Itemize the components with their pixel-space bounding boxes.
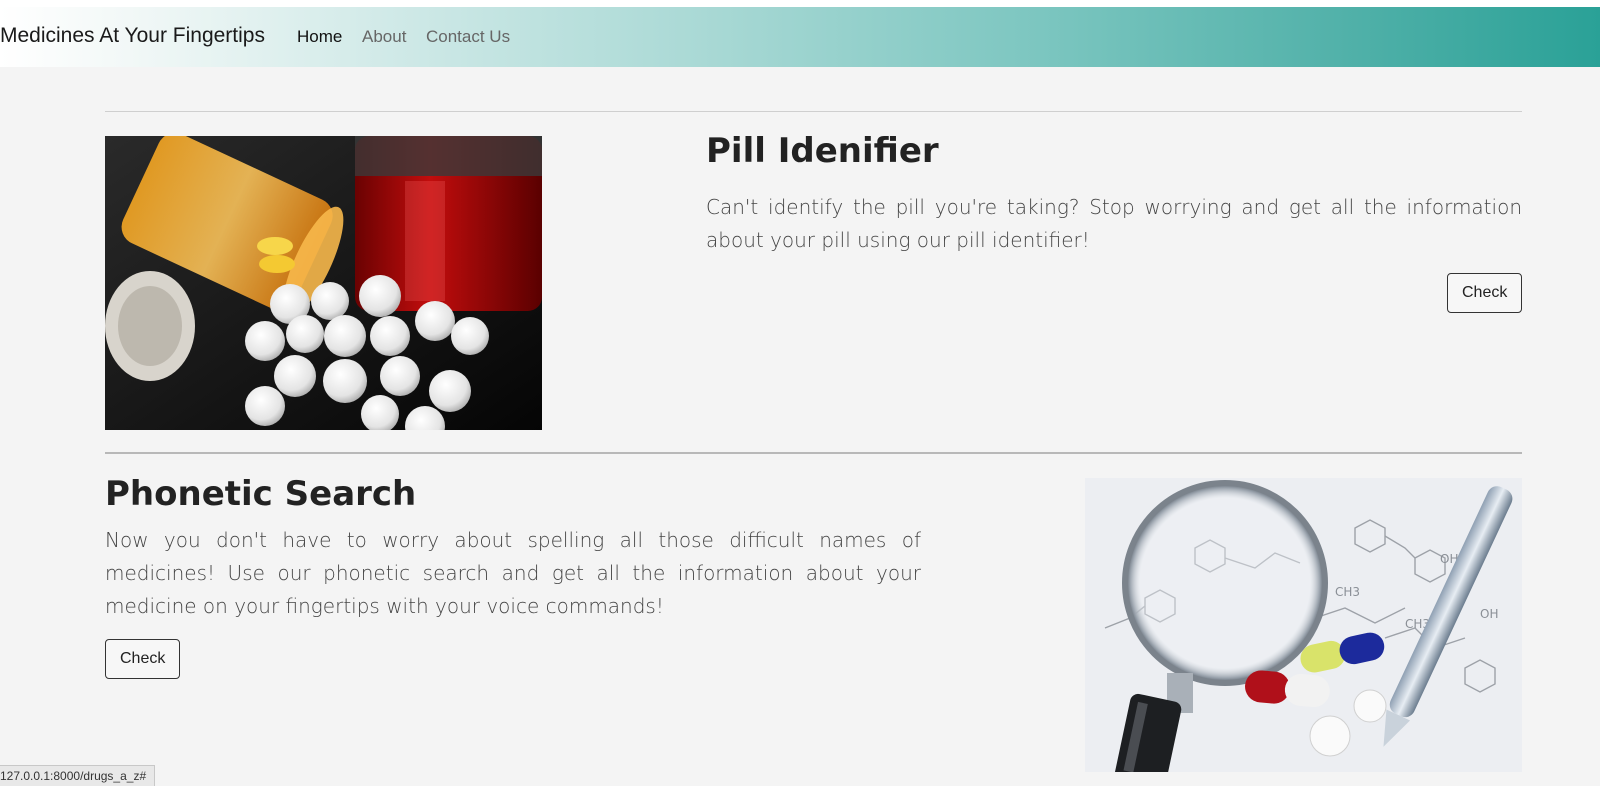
section-divider-top bbox=[105, 111, 1522, 112]
svg-text:CH3: CH3 bbox=[1335, 585, 1360, 599]
svg-text:OH: OH bbox=[1480, 607, 1498, 621]
browser-status-url: 127.0.0.1:8000/drugs_a_z# bbox=[0, 765, 156, 786]
pill-identifier-check-button[interactable]: Check bbox=[1447, 273, 1523, 313]
pills-image bbox=[105, 136, 542, 430]
phonetic-search-title: Phonetic Search bbox=[105, 474, 417, 514]
brand-title[interactable]: Medicines At Your Fingertips bbox=[0, 24, 265, 48]
phonetic-search-description: Now you don't have to worry about spelli… bbox=[105, 528, 921, 618]
section-divider-middle bbox=[105, 452, 1522, 454]
nav-about-link[interactable]: About bbox=[362, 27, 406, 47]
phonetic-search-image: CH3 CH3 OH OH bbox=[1085, 478, 1522, 772]
navbar: Medicines At Your Fingertips Home About … bbox=[0, 7, 1600, 67]
nav-home-link[interactable]: Home bbox=[297, 27, 342, 47]
pills-photo-icon bbox=[105, 136, 542, 430]
nav-contact-link[interactable]: Contact Us bbox=[426, 27, 510, 47]
pill-identifier-description: Can't identify the pill you're taking? S… bbox=[706, 195, 1522, 252]
top-edge bbox=[0, 0, 1600, 7]
pill-identifier-title: Pill Idenifier bbox=[706, 131, 939, 171]
phonetic-search-check-button[interactable]: Check bbox=[105, 639, 181, 679]
magnifying-glass-photo-icon: CH3 CH3 OH OH bbox=[1085, 478, 1522, 772]
